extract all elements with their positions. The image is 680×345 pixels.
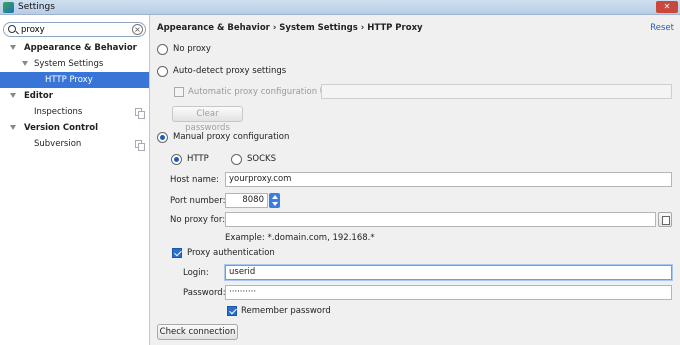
login-field[interactable]: userid bbox=[225, 265, 672, 280]
expand-field-icon[interactable] bbox=[658, 212, 672, 227]
no-proxy-label: No proxy bbox=[173, 44, 211, 54]
login-label: Login: bbox=[183, 268, 209, 278]
app-icon bbox=[3, 2, 14, 13]
auto-config-url-checkbox[interactable] bbox=[174, 87, 184, 97]
tree-item-label: Subversion bbox=[34, 139, 82, 149]
auto-config-url-label: Automatic proxy configuration URL: bbox=[188, 87, 340, 97]
tree-item-label: HTTP Proxy bbox=[45, 75, 93, 85]
manual-proxy-label: Manual proxy configuration bbox=[173, 132, 290, 142]
socks-label: SOCKS bbox=[247, 154, 276, 164]
port-number-field[interactable]: 8080 bbox=[225, 193, 268, 208]
tree-item-editor[interactable]: Editor bbox=[0, 88, 149, 104]
expand-arrow-icon[interactable] bbox=[10, 125, 16, 130]
http-label: HTTP bbox=[187, 154, 209, 164]
title-bar: Settings ✕ bbox=[0, 0, 680, 15]
tree-item-label: System Settings bbox=[34, 59, 104, 69]
no-proxy-for-label: No proxy for: bbox=[170, 215, 226, 225]
tree-item-http-proxy[interactable]: HTTP Proxy bbox=[0, 72, 149, 88]
search-box[interactable]: × bbox=[3, 22, 146, 37]
auto-config-url-field[interactable] bbox=[321, 84, 672, 99]
tree-item-inspections[interactable]: Inspections bbox=[0, 104, 149, 120]
no-proxy-for-field[interactable] bbox=[225, 212, 656, 227]
port-number-label: Port number: bbox=[170, 196, 226, 206]
expand-arrow-icon[interactable] bbox=[10, 93, 16, 98]
remember-password-label: Remember password bbox=[241, 306, 331, 316]
tree-item-label: Appearance & Behavior bbox=[24, 43, 137, 53]
window-title: Settings bbox=[18, 2, 55, 12]
clear-search-icon[interactable]: × bbox=[132, 24, 143, 35]
http-proxy-panel: Appearance & Behavior › System Settings … bbox=[151, 15, 680, 345]
remember-password-checkbox[interactable] bbox=[227, 306, 237, 316]
tree-item-label: Editor bbox=[24, 91, 53, 101]
no-proxy-example: Example: *.domain.com, 192.168.* bbox=[225, 233, 375, 243]
close-button[interactable]: ✕ bbox=[656, 1, 678, 13]
password-field[interactable]: ·········· bbox=[225, 285, 672, 300]
proxy-authentication-checkbox[interactable] bbox=[172, 248, 182, 258]
tree-item-label: Version Control bbox=[24, 123, 99, 133]
tree-item-subversion[interactable]: Subversion bbox=[0, 136, 149, 152]
project-settings-icon bbox=[135, 140, 145, 151]
clear-passwords-button[interactable]: Clear passwords bbox=[172, 106, 243, 133]
project-settings-icon bbox=[135, 108, 145, 119]
manual-proxy-radio[interactable] bbox=[157, 132, 168, 143]
host-name-field[interactable]: yourproxy.com bbox=[225, 172, 672, 187]
password-label: Password: bbox=[183, 288, 226, 298]
tree-item-label: Inspections bbox=[34, 107, 83, 117]
host-name-label: Host name: bbox=[170, 175, 220, 185]
check-connection-button[interactable]: Check connection bbox=[157, 324, 238, 340]
expand-arrow-icon[interactable] bbox=[10, 45, 16, 50]
no-proxy-radio[interactable] bbox=[157, 44, 168, 55]
search-input[interactable] bbox=[21, 24, 131, 35]
socks-radio[interactable] bbox=[231, 154, 242, 165]
port-spinner-icon[interactable] bbox=[269, 193, 280, 208]
proxy-authentication-label: Proxy authentication bbox=[187, 248, 275, 258]
auto-detect-radio[interactable] bbox=[157, 66, 168, 77]
search-icon bbox=[8, 25, 16, 33]
tree-item-version-control[interactable]: Version Control bbox=[0, 120, 149, 136]
http-radio[interactable] bbox=[171, 154, 182, 165]
expand-arrow-icon[interactable] bbox=[22, 61, 28, 66]
auto-detect-label: Auto-detect proxy settings bbox=[173, 66, 287, 76]
settings-sidebar: × Appearance & Behavior System Settings … bbox=[0, 15, 150, 345]
breadcrumb: Appearance & Behavior › System Settings … bbox=[157, 23, 423, 33]
tree-item-appearance-behavior[interactable]: Appearance & Behavior bbox=[0, 40, 149, 56]
tree-item-system-settings[interactable]: System Settings bbox=[0, 56, 149, 72]
reset-link[interactable]: Reset bbox=[650, 23, 674, 33]
